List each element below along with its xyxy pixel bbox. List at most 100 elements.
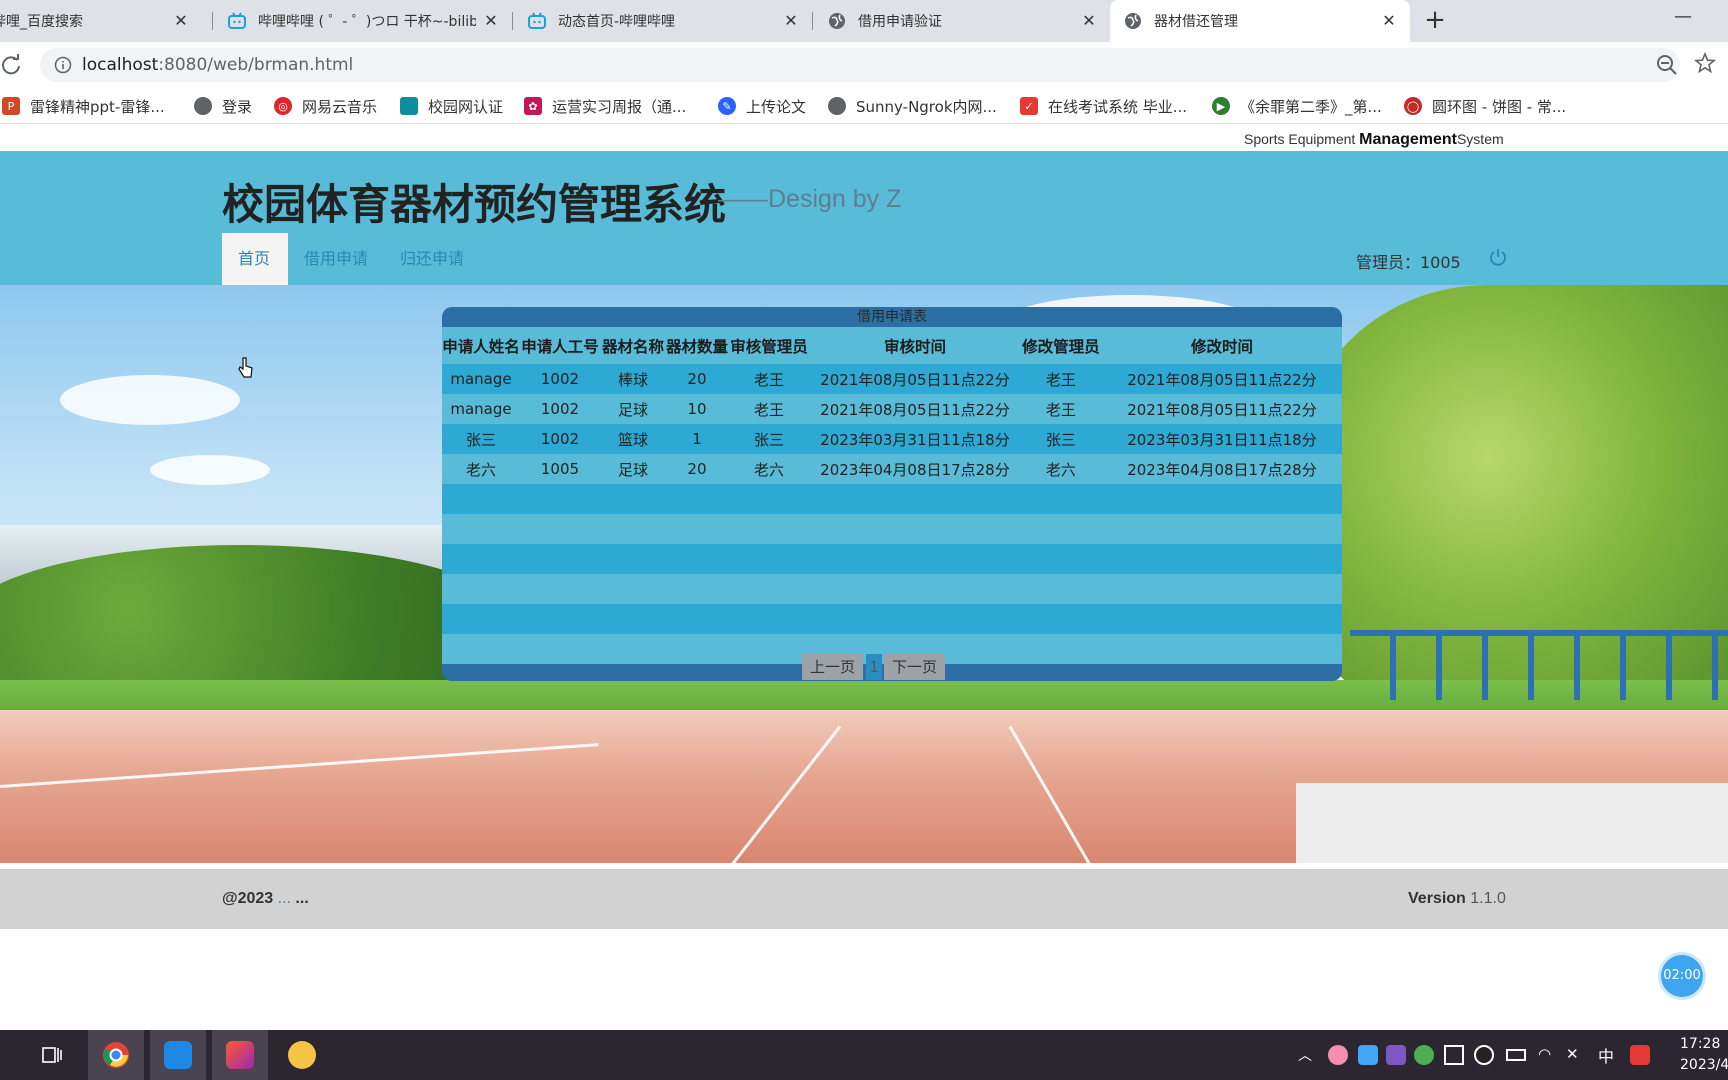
fence <box>1350 630 1728 700</box>
bookmark-item[interactable]: ✎ 上传论文 <box>718 94 806 118</box>
footer-link[interactable]: ... <box>273 890 291 907</box>
tab-baidu-search[interactable]: 哔哩_百度搜索 ✕ <box>0 0 202 42</box>
bilibili-icon <box>528 12 546 30</box>
tray-feishu-icon[interactable] <box>1358 1045 1378 1065</box>
cell-modify-admin: 老王 <box>1019 394 1102 424</box>
pagination: 上一页 1 下一页 <box>442 651 1342 681</box>
tab-close-icon[interactable]: ✕ <box>1080 12 1098 30</box>
countdown-timer-badge[interactable]: 02:00 <box>1661 955 1703 997</box>
bookmark-item[interactable]: P 雷锋精神ppt-雷锋... <box>2 94 165 118</box>
tray-wechat-icon[interactable] <box>1414 1045 1434 1065</box>
cell-quantity: 20 <box>665 364 728 394</box>
reload-icon[interactable] <box>0 54 22 76</box>
brand-text: Sports Equipment ManagementSystem <box>1244 131 1504 149</box>
minimize-window-button[interactable]: — <box>1668 6 1698 30</box>
globe-icon <box>1124 12 1142 30</box>
tray-chevron-up-icon[interactable]: ︿ <box>1298 1045 1318 1065</box>
cell-quantity: 1 <box>665 424 728 454</box>
tray-qq-icon[interactable] <box>1474 1045 1494 1065</box>
table-row[interactable]: 张三 1002 篮球 1 张三 2023年03月31日11点18分 张三 2023年03月31… <box>442 424 1342 454</box>
cell-equipment-name: 足球 <box>599 454 666 484</box>
copyright: @2023 ... ... <box>222 890 309 908</box>
tray-app-icon[interactable] <box>1328 1045 1348 1065</box>
zoom-out-icon[interactable] <box>1656 54 1678 76</box>
system-clock[interactable]: 17:28 2023/4 <box>1680 1034 1728 1076</box>
bookmark-item[interactable]: 校园网认证 <box>400 94 503 118</box>
table-row-empty <box>442 484 1342 514</box>
taskbar-chrome[interactable] <box>88 1030 144 1080</box>
feather-icon: ✎ <box>718 97 736 115</box>
tab-separator <box>212 12 213 30</box>
battery-icon[interactable] <box>1506 1049 1526 1061</box>
tray-ide-icon[interactable] <box>1386 1045 1406 1065</box>
logout-power-icon[interactable] <box>1488 247 1508 267</box>
cell-review-admin: 老王 <box>727 364 810 394</box>
taskbar-game[interactable] <box>274 1030 330 1080</box>
column-header: 申请人姓名 <box>442 327 520 364</box>
bookmark-item[interactable]: 登录 <box>194 94 252 118</box>
tab-separator <box>512 12 513 30</box>
bookmark-item[interactable]: ▶ 《余罪第二季》_第... <box>1212 94 1382 118</box>
taskbar-intellij[interactable] <box>212 1030 268 1080</box>
cell-applicant-name: 张三 <box>442 424 520 454</box>
table-row[interactable]: manage 1002 足球 10 老王 2021年08月05日11点22分 老王 2021年… <box>442 394 1342 424</box>
next-page-button[interactable]: 下一页 <box>884 654 946 680</box>
tray-window-icon[interactable] <box>1444 1045 1464 1065</box>
clock-date: 2023/4 <box>1680 1057 1728 1073</box>
volume-muted-icon[interactable]: ✕ <box>1566 1045 1586 1065</box>
copyright-tail: ... <box>290 890 309 907</box>
brand-prefix: Sports Equipment <box>1244 131 1360 147</box>
tab-equipment-management[interactable]: 器材借还管理 ✕ <box>1110 0 1410 42</box>
table-row[interactable]: 老六 1005 足球 20 老六 2023年04月08日17点28分 老六 2023年04月0… <box>442 454 1342 484</box>
tab-bilibili-dynamic[interactable]: 动态首页-哔哩哔哩 ✕ <box>526 0 812 42</box>
url-omnibox[interactable]: localhost:8080/web/brman.html <box>40 48 1680 82</box>
web-page: Sports Equipment ManagementSystem 校园体育器材… <box>0 125 1728 1030</box>
ime-indicator[interactable]: 中 <box>1598 1043 1614 1067</box>
bookmark-item[interactable]: ✓ 在线考试系统 毕业... <box>1020 94 1187 118</box>
taskbar-feishu[interactable] <box>150 1030 206 1080</box>
campus-net-icon <box>400 97 418 115</box>
tab-close-icon[interactable]: ✕ <box>482 12 500 30</box>
nav-return-request[interactable]: 归还申请 <box>384 233 480 285</box>
new-tab-button[interactable]: + <box>1420 6 1450 36</box>
sogou-input-icon[interactable] <box>1630 1045 1650 1065</box>
tab-close-icon[interactable]: ✕ <box>782 12 800 30</box>
tab-bilibili-home[interactable]: 哔哩哔哩 ( ゜- ゜)つロ 干杯~-bilibili ✕ <box>226 0 512 42</box>
empty-cell <box>442 604 1342 634</box>
cell-review-admin: 老六 <box>727 454 810 484</box>
url-text[interactable]: localhost:8080/web/brman.html <box>82 55 353 75</box>
tab-close-icon[interactable]: ✕ <box>1380 12 1398 30</box>
wifi-icon[interactable]: ◠ <box>1538 1045 1558 1065</box>
column-header: 审核管理员 <box>727 327 810 364</box>
bookmark-label: 网易云音乐 <box>302 97 378 116</box>
task-view-button[interactable] <box>24 1030 80 1080</box>
site-info-icon[interactable] <box>54 56 72 74</box>
bookmark-item[interactable]: ◯ 圆环图 - 饼图 - 常... <box>1404 94 1566 118</box>
cell-review-admin: 老王 <box>727 394 810 424</box>
bookmark-item[interactable]: Sunny-Ngrok内网... <box>828 94 997 118</box>
cell-applicant-id: 1002 <box>519 364 600 394</box>
tab-borrow-verify[interactable]: 借用申请验证 ✕ <box>824 0 1110 42</box>
bookmark-item[interactable]: ◎ 网易云音乐 <box>274 94 377 118</box>
bookmark-label: 运营实习周报（通... <box>552 97 687 116</box>
main-nav: 首页 借用申请 归还申请 <box>222 233 480 285</box>
feishu-icon <box>164 1041 192 1069</box>
tab-close-icon[interactable]: ✕ <box>172 12 190 30</box>
bookmark-star-icon[interactable] <box>1694 52 1716 74</box>
table-row[interactable]: manage 1002 棒球 20 老王 2021年08月05日11点22分 老王 2021年… <box>442 364 1342 394</box>
chrome-icon <box>103 1042 129 1068</box>
nav-home[interactable]: 首页 <box>222 233 288 285</box>
bookmark-item[interactable]: ✿ 运营实习周报（通... <box>524 94 686 118</box>
cell-modify-time: 2021年08月05日11点22分 <box>1101 394 1342 424</box>
page-number[interactable]: 1 <box>866 654 882 680</box>
cell-applicant-id: 1002 <box>519 394 600 424</box>
cell-review-time: 2023年04月08日17点28分 <box>809 454 1020 484</box>
globe-icon <box>194 97 212 115</box>
nav-borrow-request[interactable]: 借用申请 <box>288 233 384 285</box>
admin-label: 管理员：1005 <box>1356 253 1461 272</box>
brand-bold: Management <box>1359 131 1457 148</box>
bookmark-label: 圆环图 - 饼图 - 常... <box>1432 97 1567 116</box>
prev-page-button[interactable]: 上一页 <box>802 654 864 680</box>
cell-review-time: 2023年03月31日11点18分 <box>809 424 1020 454</box>
bilibili-icon <box>228 12 246 30</box>
